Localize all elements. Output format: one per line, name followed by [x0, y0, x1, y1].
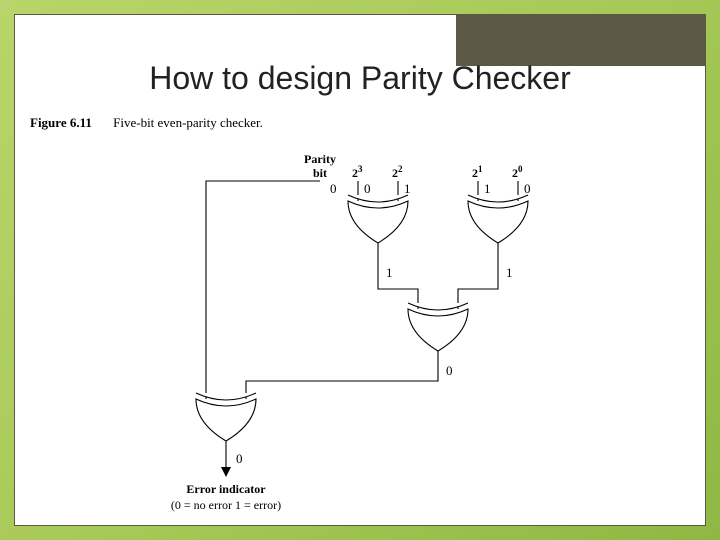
- gate-a-output: 1: [386, 265, 393, 280]
- bit3-value: 0: [364, 181, 371, 196]
- parity-label-1: Parity: [304, 152, 336, 166]
- corner-decoration: [456, 14, 706, 66]
- slide: How to design Parity Checker Figure 6.11…: [0, 0, 720, 540]
- xor-gate-c: [408, 303, 468, 351]
- figure: Figure 6.11 Five-bit even-parity checker…: [30, 115, 690, 520]
- gate-c-output: 0: [446, 363, 453, 378]
- circuit-svg: Parity bit 23 22 21 20 0 0 1: [30, 149, 670, 519]
- output-arrow-icon: [221, 467, 231, 477]
- bit-header-3: 23: [352, 164, 363, 180]
- slide-title: How to design Parity Checker: [14, 60, 706, 97]
- parity-value: 0: [330, 181, 337, 196]
- bit0-value: 0: [524, 181, 531, 196]
- output-legend: (0 = no error 1 = error): [171, 498, 281, 512]
- xor-gate-a: [348, 195, 408, 243]
- gate-b-output: 1: [506, 265, 513, 280]
- bit-header-1: 21: [472, 164, 483, 180]
- circuit-diagram: Parity bit 23 22 21 20 0 0 1: [30, 149, 690, 520]
- output-label: Error indicator: [186, 482, 266, 496]
- bit-header-2: 22: [392, 164, 403, 180]
- figure-number: Figure 6.11: [30, 115, 92, 130]
- figure-caption: Figure 6.11 Five-bit even-parity checker…: [30, 115, 690, 131]
- xor-gate-b: [468, 195, 528, 243]
- bit2-value: 1: [404, 181, 411, 196]
- parity-label-2: bit: [313, 166, 327, 180]
- figure-caption-text: Five-bit even-parity checker.: [113, 115, 263, 130]
- parity-wire: [206, 181, 320, 399]
- bit1-value: 1: [484, 181, 491, 196]
- xor-gate-d: [196, 393, 256, 441]
- gate-d-output: 0: [236, 451, 243, 466]
- bit-header-0: 20: [512, 164, 523, 180]
